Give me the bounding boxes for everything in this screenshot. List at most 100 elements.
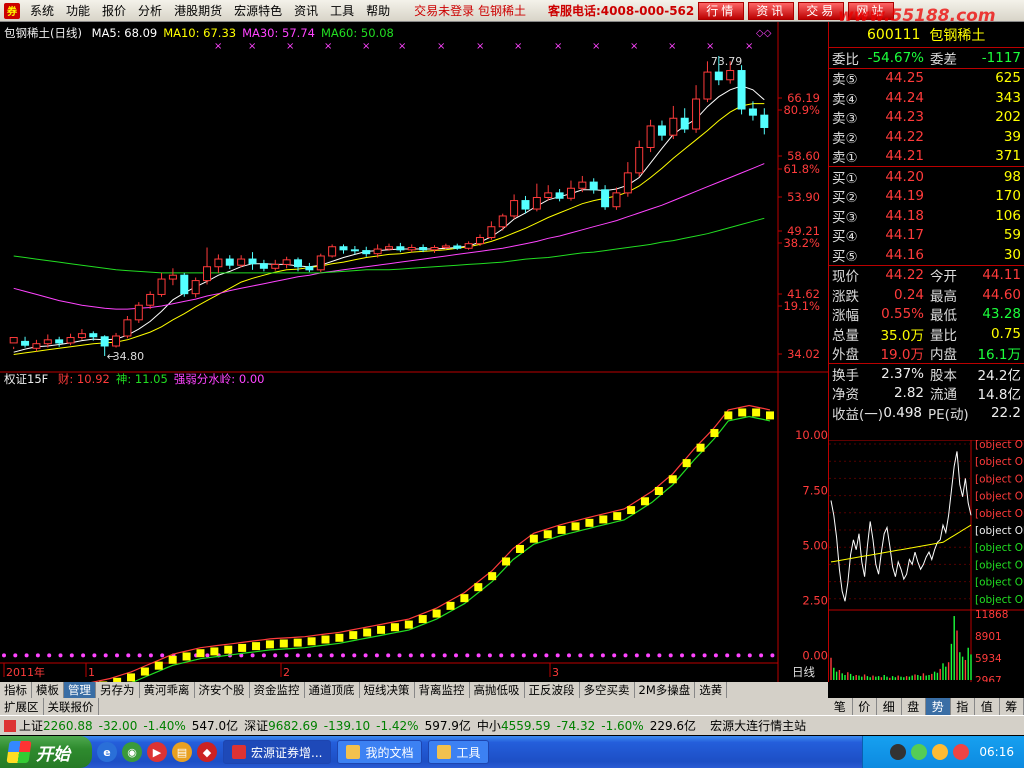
candle-body[interactable] [294,259,303,268]
candle-body[interactable] [737,70,746,110]
candle-body[interactable] [112,335,121,347]
sells-level-row[interactable]: 卖⑤ 44.25 625 [829,69,1024,88]
sells-level-row[interactable]: 卖① 44.21 371 [829,147,1024,166]
candle-body[interactable] [692,98,701,130]
candle-body[interactable] [237,258,246,266]
candle-body[interactable] [282,259,291,265]
candle-body[interactable] [396,246,405,251]
candle-body[interactable] [498,215,507,228]
candle-body[interactable] [259,263,268,269]
candle-body[interactable] [453,245,462,249]
candle-body[interactable] [271,263,280,269]
top-btn-quote[interactable]: 行情 [698,1,745,20]
top-btn-trade[interactable]: 交易 [798,1,845,20]
candle-body[interactable] [362,250,371,255]
buys-level-row[interactable]: 买⑤ 44.16 30 [829,245,1024,265]
candle-body[interactable] [123,319,132,337]
candle-body[interactable] [168,274,177,280]
period-label[interactable]: 日线 [792,665,815,679]
menu-quote[interactable]: 报价 [96,2,132,19]
menu-system[interactable]: 系统 [24,2,60,19]
buys-level-row[interactable]: 买③ 44.18 106 [829,206,1024,226]
quote-tab[interactable]: 细 [877,698,902,715]
candle-body[interactable] [339,246,348,251]
ie-icon[interactable]: e [97,742,117,762]
candle-body[interactable] [157,278,166,295]
candle-body[interactable] [214,258,223,268]
menu-info[interactable]: 资讯 [288,2,324,19]
candle-body[interactable] [248,258,257,265]
candle-body[interactable] [726,70,735,81]
candle-body[interactable] [43,339,52,345]
network-icon[interactable] [911,744,928,760]
folder-quick-icon[interactable]: ▤ [172,742,192,762]
candle-body[interactable] [441,245,450,249]
function-tab[interactable]: 黄河乖离 [140,682,195,698]
app-quick-icon[interactable]: ◆ [197,742,217,762]
candle-body[interactable] [601,189,610,208]
function-tab[interactable]: 选黄 [695,682,728,698]
top-btn-info[interactable]: 资讯 [748,1,795,20]
function-tab[interactable]: 管理 [64,682,96,698]
volume-icon[interactable] [932,744,949,760]
index-quote[interactable]: 上证2260.88 -32.00 -1.40% 547.0亿 [19,717,238,734]
candle-body[interactable] [748,108,757,116]
function-tab[interactable]: 背离监控 [415,682,470,698]
quote-tab[interactable]: 值 [975,698,1000,715]
menu-function[interactable]: 功能 [60,2,96,19]
candle-body[interactable] [487,226,496,239]
qq-icon[interactable] [890,744,907,760]
candle-body[interactable] [646,125,655,148]
candle-body[interactable] [77,333,86,339]
candle-body[interactable] [475,237,484,245]
quote-tab[interactable]: 势 [926,698,951,715]
candle-body[interactable] [714,71,723,81]
buys-level-row[interactable]: 买① 44.20 98 [829,167,1024,187]
candle-body[interactable] [510,200,519,217]
browser-icon[interactable]: ◉ [122,742,142,762]
candle-body[interactable] [146,293,155,306]
security-icon[interactable] [953,744,970,760]
quote-tab[interactable]: 筹 [1000,698,1024,715]
candle-body[interactable] [544,192,553,198]
candle-body[interactable] [657,125,666,136]
function-tab[interactable]: 济安个股 [195,682,250,698]
candle-body[interactable] [32,343,41,349]
candle-body[interactable] [55,339,64,344]
sells-level-row[interactable]: 卖④ 44.24 343 [829,88,1024,108]
candle-body[interactable] [191,280,200,295]
function-tab[interactable]: 通道顶底 [305,682,360,698]
sells-level-row[interactable]: 卖② 44.22 39 [829,127,1024,147]
function-tab[interactable]: 指标 [0,682,32,698]
candle-body[interactable] [521,200,530,210]
buys-level-row[interactable]: 买④ 44.17 59 [829,226,1024,245]
candle-body[interactable] [669,117,678,136]
task-hongyuan[interactable]: 宏源证券增... [223,740,332,764]
menu-analysis[interactable]: 分析 [132,2,168,19]
candle-body[interactable] [419,247,428,251]
index-quote[interactable]: 深证9682.69 -139.10 -1.42% 597.9亿 [244,717,471,734]
candle-body[interactable] [350,249,359,252]
candle-body[interactable] [100,336,109,347]
candle-body[interactable] [21,340,30,346]
top-btn-site[interactable]: 网站 [848,1,895,20]
function-tab[interactable]: 多空买卖 [580,682,635,698]
tab-expand-area[interactable]: 扩展区 [0,698,44,715]
index-quote[interactable]: 中小4559.59 -74.32 -1.60% 229.6亿 [477,717,696,734]
candle-body[interactable] [680,117,689,130]
sells-level-row[interactable]: 卖③ 44.23 202 [829,108,1024,127]
candle-body[interactable] [134,304,143,321]
candle-body[interactable] [225,258,234,266]
candle-body[interactable] [407,247,416,251]
candle-body[interactable] [430,247,439,251]
candle-body[interactable] [589,181,598,191]
menu-hongyuan[interactable]: 宏源特色 [228,2,288,19]
kline-chart[interactable]: 66.1980.9%58.6061.8%53.9049.2138.2%41.62… [0,22,828,682]
task-my-documents[interactable]: 我的文档 [337,740,423,764]
candle-body[interactable] [635,146,644,174]
quote-tab[interactable]: 笔 [828,698,853,715]
candle-body[interactable] [203,266,212,282]
quote-tab[interactable]: 盘 [902,698,926,715]
intraday-mini-chart[interactable]: [object Object] [object Object] [object Ob… [829,440,1024,682]
candle-body[interactable] [612,192,621,208]
